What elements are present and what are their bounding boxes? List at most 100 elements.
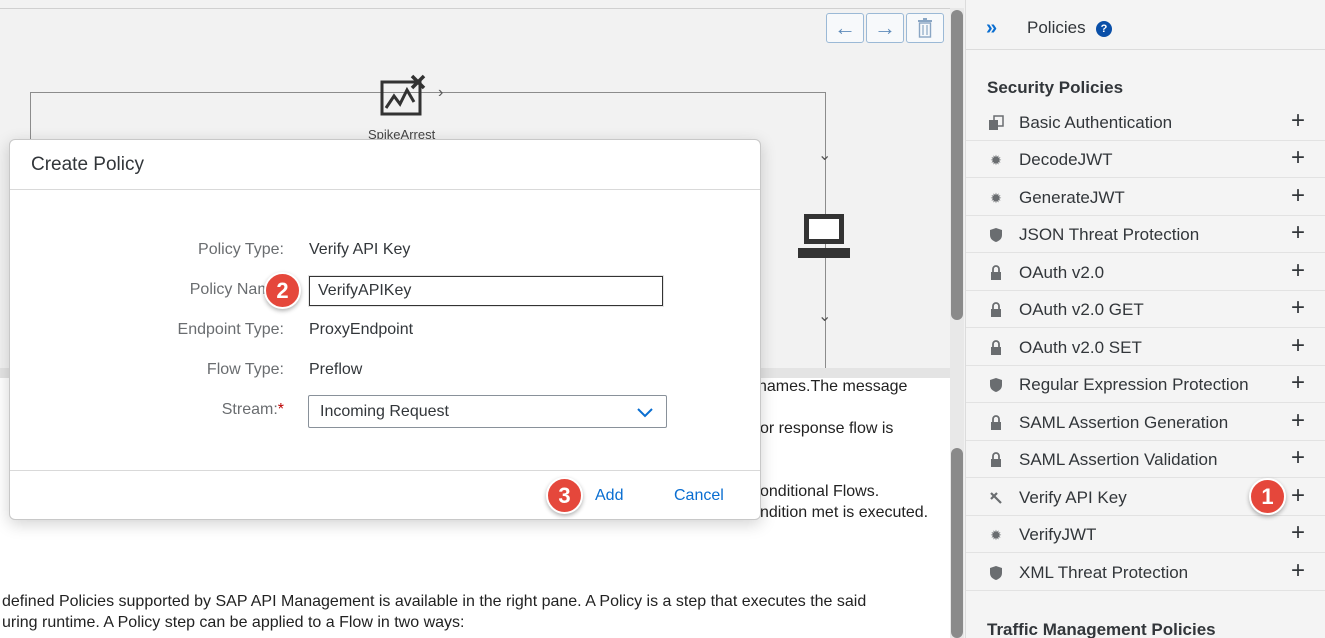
required-marker: * [277, 401, 284, 418]
policy-type-row: Policy Type: Verify API Key [10, 235, 760, 265]
policy-label: Verify API Key [1019, 488, 1127, 507]
flow-type-label: Flow Type: [206, 361, 284, 378]
lock-icon [988, 452, 1004, 468]
lock-icon [988, 302, 1004, 318]
policy-label: OAuth v2.0 SET [1019, 338, 1142, 357]
policy-item-generatejwt[interactable]: ✹ GenerateJWT + [966, 179, 1325, 216]
policy-label: OAuth v2.0 [1019, 263, 1105, 282]
doc-scrollbar-thumb[interactable] [951, 448, 963, 638]
policy-item-saml-assertion-generation[interactable]: SAML Assertion Generation + [966, 404, 1325, 441]
canvas-divider [0, 8, 950, 9]
gear-icon: ✹ [990, 526, 1002, 543]
endpoint-type-label: Endpoint Type: [177, 321, 284, 338]
add-policy-button[interactable]: + [1291, 219, 1305, 247]
dialog-header: Create Policy [10, 140, 760, 190]
add-policy-button[interactable]: + [1291, 482, 1305, 510]
policy-label: GenerateJWT [1019, 188, 1125, 207]
add-policy-button[interactable]: + [1291, 257, 1305, 285]
shield-icon [988, 377, 1004, 393]
add-policy-button[interactable]: + [1291, 407, 1305, 435]
add-policy-button[interactable]: + [1291, 332, 1305, 360]
arrow-left-icon: ← [834, 15, 856, 40]
policies-panel: » Policies ? Security Policies Basic Aut… [965, 0, 1325, 638]
lock-icon [988, 415, 1004, 431]
policy-type-label: Policy Type: [198, 241, 284, 258]
policy-item-oauth-v2-get[interactable]: OAuth v2.0 GET + [966, 291, 1325, 328]
policy-label: VerifyJWT [1019, 525, 1097, 544]
policy-item-json-threat-protection[interactable]: JSON Threat Protection + [966, 216, 1325, 253]
add-policy-button[interactable]: + [1291, 557, 1305, 585]
panel-title: Policies [1027, 18, 1086, 37]
shield-icon [988, 227, 1004, 243]
flow-arrow-icon: › [438, 84, 444, 101]
doc-line: onditional Flows. [760, 483, 880, 500]
policy-item-basic-authentication[interactable]: Basic Authentication + [966, 104, 1325, 141]
stream-select[interactable]: Incoming Request [308, 395, 667, 428]
policy-item-decodejwt[interactable]: ✹ DecodeJWT + [966, 141, 1325, 178]
policy-item-verifyjwt[interactable]: ✹ VerifyJWT + [966, 516, 1325, 553]
spike-arrest-icon[interactable] [380, 72, 432, 125]
add-policy-button[interactable]: + [1291, 107, 1305, 135]
cancel-button[interactable]: Cancel [674, 487, 724, 505]
stream-label-text: Stream: [221, 401, 278, 418]
policy-item-oauth-v2[interactable]: OAuth v2.0 + [966, 254, 1325, 291]
policy-item-xml-threat-protection[interactable]: XML Threat Protection + [966, 554, 1325, 591]
double-chevron-right-icon[interactable]: » [986, 17, 997, 40]
lock-icon [988, 340, 1004, 356]
add-policy-button[interactable]: + [1291, 144, 1305, 172]
policy-label: DecodeJWT [1019, 150, 1113, 169]
doc-line: defined Policies supported by SAP API Ma… [2, 593, 867, 610]
policy-item-saml-assertion-validation[interactable]: SAML Assertion Validation + [966, 441, 1325, 478]
chevron-down-icon [637, 408, 653, 418]
policy-label: Basic Authentication [1019, 113, 1173, 132]
id-card-icon [988, 115, 1004, 131]
chevron-down-icon: ⌄ [818, 308, 832, 325]
policy-name-input[interactable] [309, 276, 663, 306]
dialog-title: Create Policy [31, 153, 144, 175]
dialog-footer: Add Cancel [10, 470, 760, 519]
flow-type-row: Flow Type: Preflow [10, 355, 760, 385]
laptop-icon[interactable] [796, 210, 852, 267]
policy-label: Regular Expression Protection [1019, 375, 1249, 394]
security-policies-heading: Security Policies [987, 78, 1124, 97]
policy-label: JSON Threat Protection [1019, 225, 1200, 244]
gear-icon: ✹ [990, 151, 1002, 168]
stream-select-value: Incoming Request [320, 403, 449, 420]
add-policy-button[interactable]: + [1291, 369, 1305, 397]
endpoint-type-row: Endpoint Type: ProxyEndpoint [10, 315, 760, 345]
traffic-management-heading: Traffic Management Policies [987, 620, 1216, 638]
policy-label: XML Threat Protection [1019, 563, 1189, 582]
doc-line: names.The message [758, 378, 908, 395]
policy-item-regular-expression-protection[interactable]: Regular Expression Protection + [966, 366, 1325, 403]
chevron-down-icon: ⌄ [818, 147, 832, 164]
step-badge-2: 2 [264, 272, 301, 309]
endpoint-type-value: ProxyEndpoint [309, 321, 414, 338]
add-policy-button[interactable]: + [1291, 519, 1305, 547]
help-icon[interactable]: ? [1096, 21, 1112, 37]
doc-line: ndition met is executed. [760, 504, 929, 521]
stream-label: Stream:* [222, 401, 284, 419]
flow-type-value: Preflow [309, 361, 363, 378]
step-badge-1: 1 [1249, 478, 1286, 515]
lock-icon [988, 265, 1004, 281]
forward-button[interactable]: → [866, 13, 904, 43]
add-policy-button[interactable]: + [1291, 182, 1305, 210]
create-policy-dialog: Create Policy Policy Type: Verify API Ke… [9, 139, 761, 520]
add-policy-button[interactable]: + [1291, 294, 1305, 322]
add-button[interactable]: Add [595, 487, 623, 505]
canvas-scrollbar-thumb[interactable] [951, 10, 963, 320]
key-icon [988, 490, 1004, 506]
policy-item-oauth-v2-set[interactable]: OAuth v2.0 SET + [966, 329, 1325, 366]
policy-label: SAML Assertion Generation [1019, 413, 1229, 432]
delete-button[interactable] [906, 13, 944, 43]
policy-label: SAML Assertion Validation [1019, 450, 1218, 469]
doc-line: or response flow is [760, 420, 894, 437]
shield-icon [988, 565, 1004, 581]
add-policy-button[interactable]: + [1291, 444, 1305, 472]
doc-line: uring runtime. A Policy step can be appl… [2, 614, 465, 631]
panel-header: » Policies ? [966, 0, 1325, 50]
arrow-right-icon: → [874, 15, 896, 40]
trash-icon [918, 18, 932, 38]
step-badge-3: 3 [546, 477, 583, 514]
back-button[interactable]: ← [826, 13, 864, 43]
